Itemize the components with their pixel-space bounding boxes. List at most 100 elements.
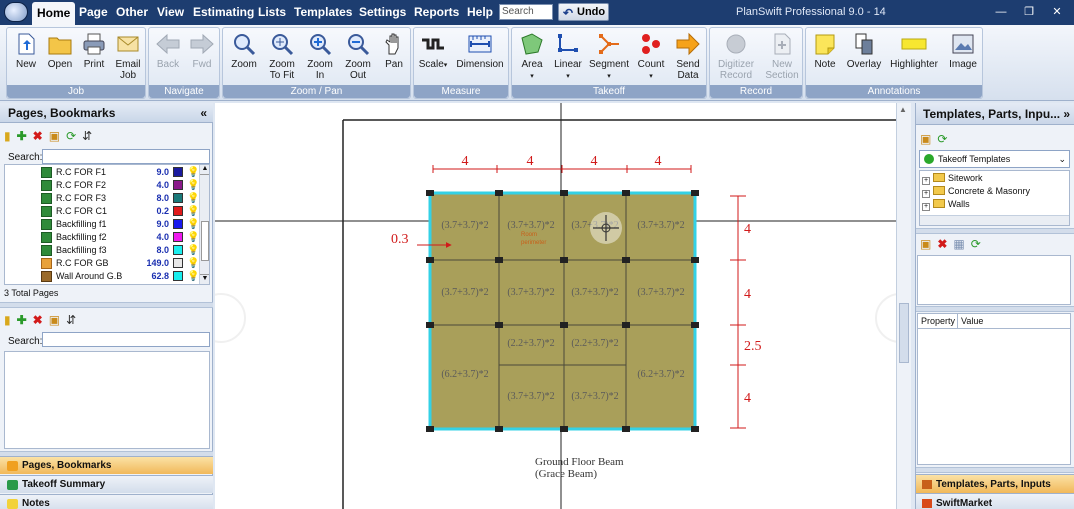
add-icon[interactable]: ✚ [17, 129, 27, 143]
tree-item[interactable]: + Walls [922, 198, 970, 211]
add-icon[interactable]: ✚ [17, 313, 27, 327]
restore-button[interactable]: ❐ [1018, 0, 1040, 25]
color-swatch[interactable] [173, 258, 183, 268]
overlay-button[interactable]: Overlay [844, 30, 884, 86]
menu-estimating[interactable]: Estimating [190, 0, 257, 25]
tab-notes[interactable]: Notes [0, 494, 213, 509]
color-swatch[interactable] [173, 245, 183, 255]
menu-page[interactable]: Page [76, 0, 111, 25]
close-button[interactable]: ✕ [1046, 0, 1068, 25]
bulb-icon[interactable]: 💡 [187, 231, 199, 244]
list-item[interactable]: R.C FOR GB 149.0 💡 [5, 257, 199, 270]
color-swatch[interactable] [173, 271, 183, 281]
collapse-right-button[interactable]: » [1063, 103, 1070, 124]
properties-icon[interactable]: ▣ [920, 132, 931, 146]
color-swatch[interactable] [173, 232, 183, 242]
value-column-header[interactable]: Value [958, 314, 1070, 328]
zoom-out-button[interactable]: Zoom Out [339, 30, 377, 86]
forward-button[interactable]: Fwd [185, 30, 219, 86]
open-button[interactable]: Open [43, 30, 77, 86]
grid-icon[interactable]: ▦ [953, 237, 964, 251]
menu-view[interactable]: View [154, 0, 187, 25]
scroll-thumb[interactable] [201, 221, 209, 261]
tab-pages-bookmarks[interactable]: Pages, Bookmarks [0, 456, 213, 474]
undo-button[interactable]: ↶ Undo [558, 3, 609, 21]
minimize-button[interactable]: — [990, 0, 1012, 25]
scroll-up-icon[interactable]: ▲ [200, 165, 209, 175]
templates-splitter[interactable] [916, 228, 1074, 234]
menu-settings[interactable]: Settings [356, 0, 409, 25]
new-section-button[interactable]: New Section [762, 30, 802, 86]
template-type-select[interactable]: Takeoff Templates ⌄ [919, 150, 1070, 168]
print-button[interactable]: Print [77, 30, 111, 86]
color-swatch[interactable] [173, 193, 183, 203]
digitizer-record-button[interactable]: Digitizer Record [712, 30, 760, 86]
properties-splitter[interactable] [916, 467, 1074, 473]
collapse-left-button[interactable]: « [200, 103, 207, 123]
list-item[interactable]: Backfilling f3 8.0 💡 [5, 244, 199, 257]
color-swatch[interactable] [173, 219, 183, 229]
menu-reports[interactable]: Reports [411, 0, 462, 25]
zoom-in-button[interactable]: Zoom In [301, 30, 339, 86]
scroll-down-icon[interactable]: ▼ [200, 274, 209, 284]
bulb-icon[interactable]: 💡 [187, 244, 199, 257]
new-button[interactable]: New [9, 30, 43, 86]
bulb-icon[interactable]: 💡 [187, 218, 199, 231]
parts-splitter[interactable] [916, 306, 1074, 312]
refresh-icon[interactable]: ⟳ [66, 129, 76, 143]
bookmarks-search-input[interactable] [42, 332, 210, 347]
count-button[interactable]: Count ▾ [632, 30, 670, 86]
bulb-icon[interactable]: 💡 [187, 257, 199, 270]
scroll-thumb[interactable] [899, 303, 909, 363]
bulb-icon[interactable]: 💡 [187, 166, 199, 179]
new-folder-icon[interactable]: ▮ [4, 129, 11, 143]
list-item[interactable]: R.C FOR F2 4.0 💡 [5, 179, 199, 192]
zoom-to-fit-button[interactable]: Zoom To Fit [263, 30, 301, 86]
back-button[interactable]: Back [151, 30, 185, 86]
tab-swiftmarket[interactable]: SwiftMarket [916, 493, 1074, 509]
scale-button[interactable]: Scale▾ [416, 30, 450, 86]
menu-lists[interactable]: Lists [255, 0, 289, 25]
bulb-icon[interactable]: 💡 [187, 205, 199, 218]
menu-help[interactable]: Help [464, 0, 496, 25]
color-swatch[interactable] [173, 167, 183, 177]
color-swatch[interactable] [173, 206, 183, 216]
tree-item[interactable]: + Concrete & Masonry [922, 185, 1030, 198]
bulb-icon[interactable]: 💡 [187, 270, 199, 283]
app-menu-button[interactable] [4, 2, 28, 22]
drawing-canvas[interactable]: (3.7+3.7)*2 (3.7+3.7)*2 (3.7+3.7)*2 (3.7+3.… [215, 103, 911, 509]
menu-home[interactable]: Home [32, 2, 76, 25]
properties-icon[interactable]: ▣ [49, 129, 60, 143]
tab-takeoff-summary[interactable]: Takeoff Summary [0, 475, 213, 493]
plan-drawing[interactable]: (3.7+3.7)*2 (3.7+3.7)*2 (3.7+3.7)*2 (3.7+3.… [215, 103, 911, 509]
color-swatch[interactable] [173, 180, 183, 190]
list-item[interactable]: Wall Around G.B 62.8 💡 [5, 270, 199, 283]
list-item[interactable]: R.C FOR C1 0.2 💡 [5, 205, 199, 218]
send-data-button[interactable]: Send Data [670, 30, 706, 86]
area-button[interactable]: Area ▾ [514, 30, 550, 86]
scroll-up-icon[interactable]: ▲ [899, 105, 907, 114]
properties-icon[interactable]: ▣ [49, 313, 60, 327]
linear-button[interactable]: Linear ▾ [550, 30, 586, 86]
new-folder-icon[interactable]: ▮ [4, 313, 11, 327]
refresh-icon[interactable]: ⟳ [971, 237, 981, 251]
properties-icon[interactable]: ▣ [920, 237, 931, 251]
nav-left-icon[interactable] [215, 293, 246, 343]
tree-horizontal-scrollbar[interactable] [920, 215, 1069, 225]
tab-templates-parts-inputs[interactable]: Templates, Parts, Inputs [916, 474, 1074, 493]
canvas-vertical-scrollbar[interactable]: ▲ [896, 103, 911, 509]
list-item[interactable]: Backfilling f1 9.0 💡 [5, 218, 199, 231]
email-job-button[interactable]: Email Job [111, 30, 145, 86]
list-item[interactable]: R.C FOR F1 9.0 💡 [5, 166, 199, 179]
segment-button[interactable]: Segment ▾ [587, 30, 631, 86]
delete-icon[interactable]: ✖ [33, 129, 43, 143]
page-list-scrollbar[interactable]: ▲ ▼ [199, 165, 209, 284]
pages-splitter[interactable] [0, 302, 213, 308]
property-column-header[interactable]: Property [918, 314, 958, 328]
highlighter-button[interactable]: Highlighter [886, 30, 942, 86]
delete-icon[interactable]: ✖ [33, 313, 43, 327]
menu-templates[interactable]: Templates [291, 0, 355, 25]
menu-search-input[interactable]: Search [499, 4, 553, 20]
zoom-button[interactable]: Zoom [226, 30, 262, 86]
menu-other[interactable]: Other [113, 0, 151, 25]
